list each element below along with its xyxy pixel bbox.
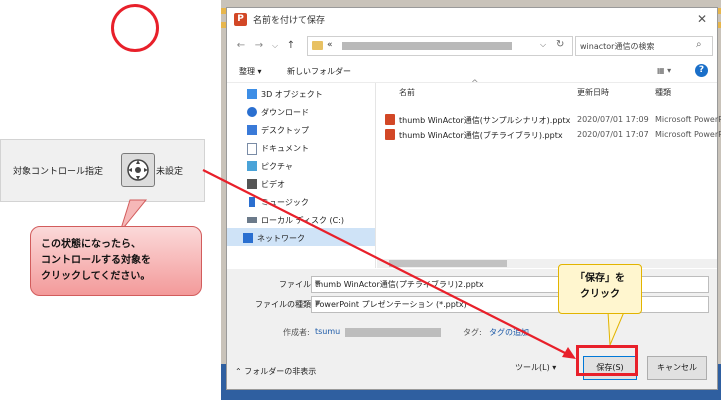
cancel-button[interactable]: キャンセル bbox=[647, 356, 707, 380]
folder-icon bbox=[312, 41, 323, 50]
save-as-dialog: P 名前を付けて保存 ✕ ← → ⌵ ↑ « ⌵ ↻ winactor通信の検索… bbox=[226, 7, 721, 390]
nav-item-label: ダウンロード bbox=[261, 108, 309, 117]
music-icon bbox=[249, 197, 255, 207]
document-icon bbox=[247, 143, 257, 155]
network-icon bbox=[243, 233, 253, 243]
tag-label: タグ: bbox=[463, 328, 482, 337]
instruction-callout: この状態になったら、 コントロールする対象を クリックしてください。 bbox=[30, 226, 202, 296]
search-input[interactable]: winactor通信の検索 ⌕ bbox=[575, 36, 713, 56]
column-header-name[interactable]: 名前 bbox=[399, 87, 415, 98]
control-status: 未設定 bbox=[156, 167, 184, 177]
callout-line: コントロールする対象を bbox=[41, 255, 151, 266]
chevron-down-icon[interactable]: ▼ bbox=[315, 279, 704, 287]
target-control-label: 対象コントロール指定 bbox=[13, 167, 104, 177]
chevron-up-icon: ⌃ bbox=[235, 367, 242, 376]
horizontal-scrollbar[interactable] bbox=[377, 259, 717, 268]
nav-item-label: ピクチャ bbox=[261, 162, 293, 171]
filename-input[interactable]: thumb WinActor通信(プチライブラリ)2.pptx ▼ bbox=[311, 276, 709, 293]
column-header-label: 名前 bbox=[399, 88, 415, 97]
recent-dropdown-icon[interactable]: ⌵ bbox=[269, 41, 281, 51]
pictures-icon bbox=[247, 161, 257, 171]
video-icon bbox=[247, 179, 257, 189]
chevron-down-icon: ▾ bbox=[552, 363, 557, 372]
navigation-pane: 3D オブジェクト ダウンロード デスクトップ ドキュメント ピクチャ ビデオ … bbox=[227, 83, 376, 268]
drive-icon bbox=[247, 217, 257, 223]
pptx-file-icon bbox=[385, 114, 395, 125]
nav-item-label: ネットワーク bbox=[257, 234, 305, 243]
address-bar[interactable]: « ⌵ ↻ bbox=[307, 36, 573, 56]
column-header-type[interactable]: 種類 bbox=[655, 87, 671, 98]
hide-folders-toggle[interactable]: ⌃ フォルダーの非表示 bbox=[235, 366, 316, 377]
search-icon[interactable]: ⌕ bbox=[696, 39, 702, 50]
search-placeholder: winactor通信の検索 bbox=[580, 42, 655, 51]
up-arrow-icon[interactable]: ↑ bbox=[285, 40, 297, 51]
sort-caret-icon: ^ bbox=[471, 79, 479, 89]
nav-item-label: ミュージック bbox=[261, 198, 309, 207]
title-bar: P 名前を付けて保存 ✕ bbox=[227, 8, 717, 32]
back-arrow-icon[interactable]: ← bbox=[235, 40, 247, 51]
file-date: 2020/07/01 17:07 bbox=[577, 130, 649, 139]
column-header-date[interactable]: 更新日時 bbox=[577, 87, 609, 98]
nav-item-label: デスクトップ bbox=[261, 126, 309, 135]
crosshair-icon bbox=[127, 159, 149, 181]
author-redacted bbox=[345, 328, 441, 337]
save-instruction-callout: 「保存」を クリック bbox=[558, 264, 642, 314]
close-icon[interactable]: ✕ bbox=[693, 11, 711, 27]
help-icon[interactable]: ? bbox=[695, 64, 708, 77]
callout-line: この状態になったら、 bbox=[41, 239, 141, 250]
organize-button[interactable]: 整理 ▾ bbox=[239, 66, 262, 77]
nav-item-label: ビデオ bbox=[261, 180, 285, 189]
dialog-title: 名前を付けて保存 bbox=[253, 16, 326, 26]
file-row[interactable]: thumb WinActor通信(ブチライブラリ).pptx 2020/07/0… bbox=[377, 128, 721, 143]
file-row[interactable]: thumb WinActor通信(サンプルシナリオ).pptx 2020/07/… bbox=[377, 113, 721, 128]
chevron-down-icon[interactable]: ⌵ bbox=[540, 40, 546, 50]
forward-arrow-icon[interactable]: → bbox=[253, 40, 265, 51]
pptx-file-icon bbox=[385, 129, 395, 140]
address-prefix: « bbox=[327, 40, 333, 50]
nav-item-label: 3D オブジェクト bbox=[261, 90, 323, 99]
chevron-down-icon[interactable]: ▼ bbox=[315, 299, 704, 307]
add-tag-link[interactable]: タグの追加 bbox=[489, 327, 529, 338]
address-path-redacted bbox=[342, 42, 512, 50]
callout-line: クリック bbox=[580, 289, 620, 300]
file-date: 2020/07/01 17:09 bbox=[577, 115, 649, 124]
tools-label: ツール(L) bbox=[515, 363, 550, 372]
new-folder-button[interactable]: 新しいフォルダー bbox=[287, 66, 351, 77]
callout-line: 「保存」を bbox=[575, 273, 625, 284]
hide-folders-label: フォルダーの非表示 bbox=[244, 367, 317, 376]
desktop-icon bbox=[247, 125, 257, 135]
save-button-highlight bbox=[576, 345, 638, 376]
powerpoint-icon: P bbox=[234, 13, 247, 26]
file-name: thumb WinActor通信(ブチライブラリ).pptx bbox=[399, 131, 563, 140]
author-label: 作成者: bbox=[283, 328, 310, 337]
file-type: Microsoft PowerP bbox=[655, 115, 721, 124]
callout-line: クリックしてください。 bbox=[41, 271, 151, 282]
author-value[interactable]: tsumu bbox=[315, 327, 340, 336]
cube-icon bbox=[247, 89, 257, 99]
file-name: thumb WinActor通信(サンプルシナリオ).pptx bbox=[399, 116, 571, 125]
refresh-icon[interactable]: ↻ bbox=[556, 39, 564, 50]
scrollbar-thumb[interactable] bbox=[389, 260, 507, 267]
target-control-panel: 対象コントロール指定 未設定 bbox=[0, 139, 205, 202]
nav-item-label: ドキュメント bbox=[261, 144, 309, 153]
file-list: 名前 ^ 更新日時 種類 thumb WinActor通信(サンプルシナリオ).… bbox=[377, 79, 721, 259]
save-options-panel: ファイル名(N): thumb WinActor通信(プチライブラリ)2.ppt… bbox=[227, 269, 717, 389]
highlight-circle bbox=[111, 4, 159, 52]
tools-menu[interactable]: ツール(L) ▾ bbox=[515, 362, 556, 373]
view-options-button[interactable]: ▦ ▾ bbox=[657, 66, 671, 75]
address-row: ← → ⌵ ↑ « ⌵ ↻ winactor通信の検索 ⌕ bbox=[227, 34, 717, 58]
download-icon bbox=[247, 107, 257, 117]
target-select-button[interactable] bbox=[121, 153, 155, 187]
filetype-select[interactable]: PowerPoint プレゼンテーション (*.pptx) ▼ bbox=[311, 296, 709, 313]
file-type: Microsoft PowerP bbox=[655, 130, 721, 139]
nav-item-label: ローカル ディスク (C:) bbox=[261, 216, 345, 225]
